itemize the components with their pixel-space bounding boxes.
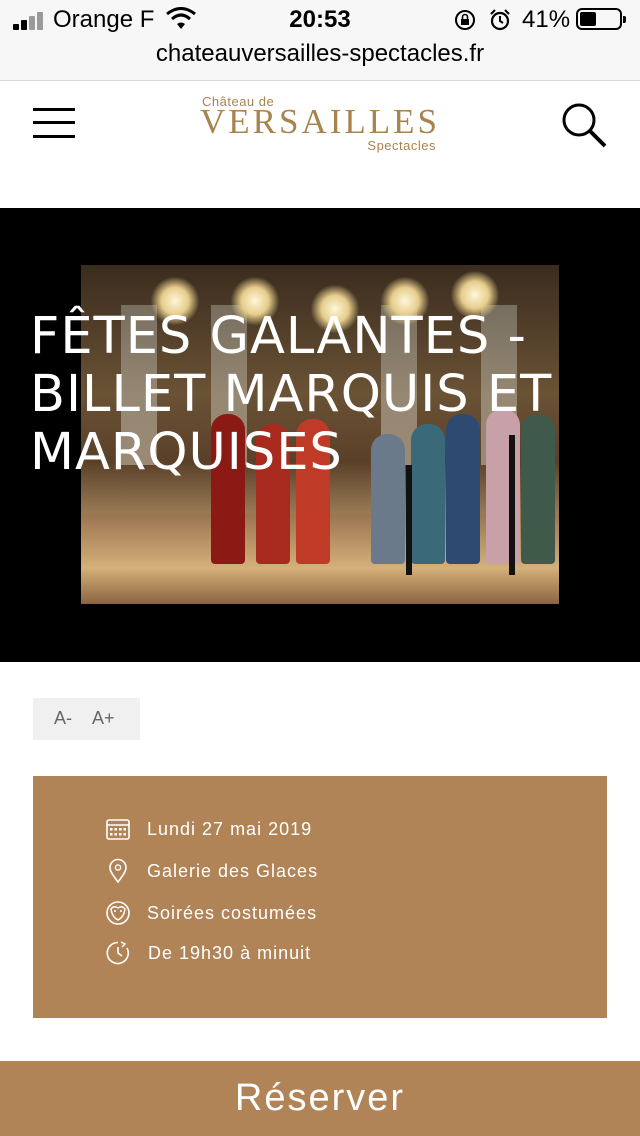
clock-icon [106,941,130,965]
calendar-icon [106,819,130,840]
info-date: Lundi 27 mai 2019 [147,819,313,839]
battery-icon [576,8,626,30]
increase-font-button[interactable]: A+ [92,708,115,729]
reserve-button-label: Réserver [234,1077,406,1119]
rotation-lock-icon [455,10,475,30]
event-info-box: Lundi 27 mai 2019 Galerie des Glaces Soi… [33,776,607,1018]
address-bar-url[interactable]: chateauversailles-spectacles.fr [0,40,640,68]
alarm-icon [490,9,510,31]
logo-versailles: VERSAILLES [200,102,440,141]
site-logo[interactable]: Château de VERSAILLES Spectacles [200,92,440,154]
hamburger-menu-icon[interactable] [33,106,75,140]
decrease-font-button[interactable]: A- [54,708,72,729]
theater-masks-icon [106,901,130,925]
info-time: De 19h30 à minuit [148,943,312,963]
battery-percent: 41% [522,6,571,33]
info-location: Galerie des Glaces [147,861,319,881]
location-pin-icon [109,858,127,884]
hero-banner: FÊTES GALANTES - BILLET MARQUIS ET MARQU… [0,208,640,662]
status-bar: Orange F 20:53 41% chateauversailles-spe… [0,0,640,81]
reserve-button[interactable]: Réserver [0,1061,640,1136]
logo-spectacles: Spectacles [367,138,436,153]
font-size-controls: A- A+ [33,698,140,740]
search-icon[interactable] [560,101,608,149]
info-category: Soirées costumées [147,903,318,923]
event-title: FÊTES GALANTES - BILLET MARQUIS ET MARQU… [30,307,553,482]
